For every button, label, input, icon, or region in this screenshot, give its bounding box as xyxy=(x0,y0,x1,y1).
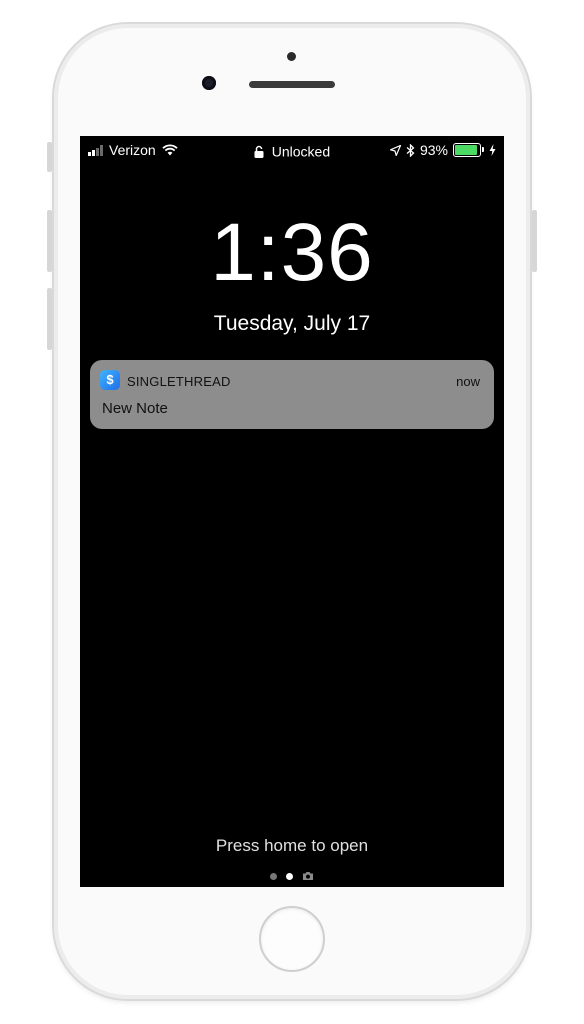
front-camera xyxy=(202,76,216,90)
location-icon xyxy=(389,144,401,156)
bluetooth-icon xyxy=(406,143,415,157)
mute-switch[interactable] xyxy=(47,142,52,172)
proximity-sensor xyxy=(287,52,296,61)
press-home-hint: Press home to open xyxy=(215,836,369,855)
singlethread-app-icon: $ xyxy=(100,370,120,390)
notification-banner[interactable]: $ SINGLETHREAD now New Note xyxy=(90,360,494,429)
page-dot-widgets[interactable] xyxy=(270,872,277,880)
lock-screen: Verizon Unlocked 93% 1:36 Tuesday, July … xyxy=(80,136,504,887)
page-dot-lock-screen[interactable] xyxy=(286,872,293,880)
volume-up-button[interactable] xyxy=(47,210,52,272)
notification-time: now xyxy=(456,374,480,389)
home-button[interactable] xyxy=(259,906,325,972)
notification-message: New Note xyxy=(102,400,168,417)
camera-icon[interactable] xyxy=(302,871,314,881)
lock-status: Unlocked xyxy=(271,143,331,160)
lock-icon xyxy=(254,145,264,158)
battery-percent: 93% xyxy=(419,142,448,158)
power-button[interactable] xyxy=(532,210,537,272)
notification-app-name: SINGLETHREAD xyxy=(127,374,231,389)
battery-fill xyxy=(455,145,478,155)
charging-icon xyxy=(489,144,496,156)
lock-screen-date: Tuesday, July 17 xyxy=(213,312,371,335)
battery-icon xyxy=(453,143,484,157)
earpiece-speaker xyxy=(249,81,335,88)
status-bar: Verizon Unlocked 93% xyxy=(80,136,504,164)
volume-down-button[interactable] xyxy=(47,288,52,350)
page-indicator xyxy=(80,871,504,881)
lock-screen-time: 1:36 xyxy=(210,207,374,298)
